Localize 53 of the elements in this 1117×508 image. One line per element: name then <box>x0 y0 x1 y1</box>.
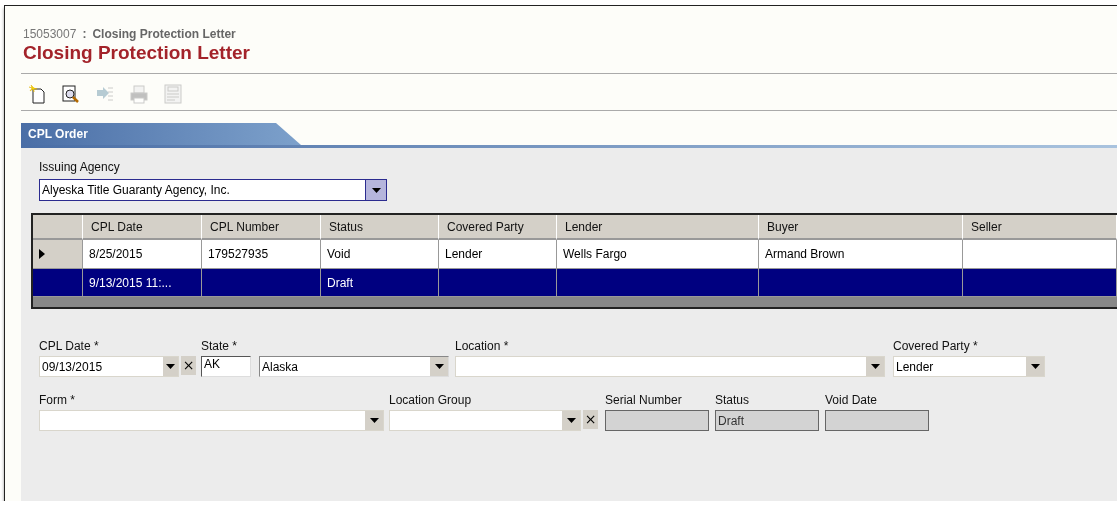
table-cell: Armand Brown <box>759 240 963 269</box>
page-title: Closing Protection Letter <box>23 42 251 64</box>
field-label: Location * <box>455 339 510 353</box>
agency-dropdown[interactable]: Alyeska Title Guaranty Agency, Inc. <box>39 179 387 201</box>
date-field[interactable]: 09/13/2015 <box>39 356 179 377</box>
separator: : <box>82 27 87 41</box>
caret-icon <box>166 364 175 369</box>
table-cell: 9/13/2015 11:... <box>83 269 202 297</box>
row-indicator[interactable] <box>33 240 83 269</box>
current-row-icon <box>39 249 45 259</box>
caret-icon <box>434 364 444 369</box>
field-label: Form * <box>39 393 76 407</box>
field-label: Void Date <box>825 393 879 407</box>
row-indicator[interactable] <box>33 269 83 297</box>
table-cell: Void <box>321 240 439 269</box>
column-header[interactable]: CPL Date <box>83 215 202 240</box>
field-label: Serial Number <box>605 393 683 407</box>
column-header[interactable]: Covered Party <box>439 215 557 240</box>
state-code-field[interactable]: AK <box>201 356 251 377</box>
column-header[interactable]: Buyer <box>759 215 963 240</box>
column-header[interactable]: Status <box>321 215 439 240</box>
readonly-field: Draft <box>715 410 819 431</box>
caret-icon <box>870 364 880 369</box>
caret-icon <box>371 187 381 193</box>
preview-icon[interactable] <box>61 84 81 104</box>
field-label: Location Group <box>389 393 473 407</box>
caret-icon <box>369 418 379 423</box>
table-cell: 8/25/2015 <box>83 240 202 269</box>
column-header[interactable]: Lender <box>557 215 759 240</box>
caret-icon <box>566 418 576 423</box>
caret-icon <box>1030 364 1040 369</box>
dropdown-field[interactable] <box>455 356 885 377</box>
new-document-icon[interactable] <box>27 84 47 104</box>
field-label: CPL Date * <box>39 339 100 353</box>
table-cell: Wells Fargo <box>557 240 759 269</box>
field-label: Covered Party * <box>893 339 979 353</box>
table-cell: 179527935 <box>202 240 321 269</box>
grid-corner-header <box>33 215 83 240</box>
field-label: State * <box>201 339 239 353</box>
clear-button[interactable]: × <box>181 356 196 375</box>
field-label: Status <box>715 393 751 407</box>
state-dropdown[interactable]: Alaska <box>259 356 449 377</box>
dropdown-field[interactable] <box>389 410 581 431</box>
dropdown-field[interactable]: Lender <box>893 356 1045 377</box>
table-cell: Draft <box>321 269 439 297</box>
column-header[interactable]: CPL Number <box>202 215 321 240</box>
field-label: Issuing Agency <box>39 160 121 174</box>
column-header[interactable]: Seller <box>963 215 1117 240</box>
record-number: 15053007 <box>23 27 77 41</box>
dropdown-field[interactable] <box>39 410 384 431</box>
table-cell: Lender <box>439 240 557 269</box>
page-subtitle: Closing Protection Letter <box>92 27 236 41</box>
clear-button[interactable]: × <box>583 410 598 429</box>
